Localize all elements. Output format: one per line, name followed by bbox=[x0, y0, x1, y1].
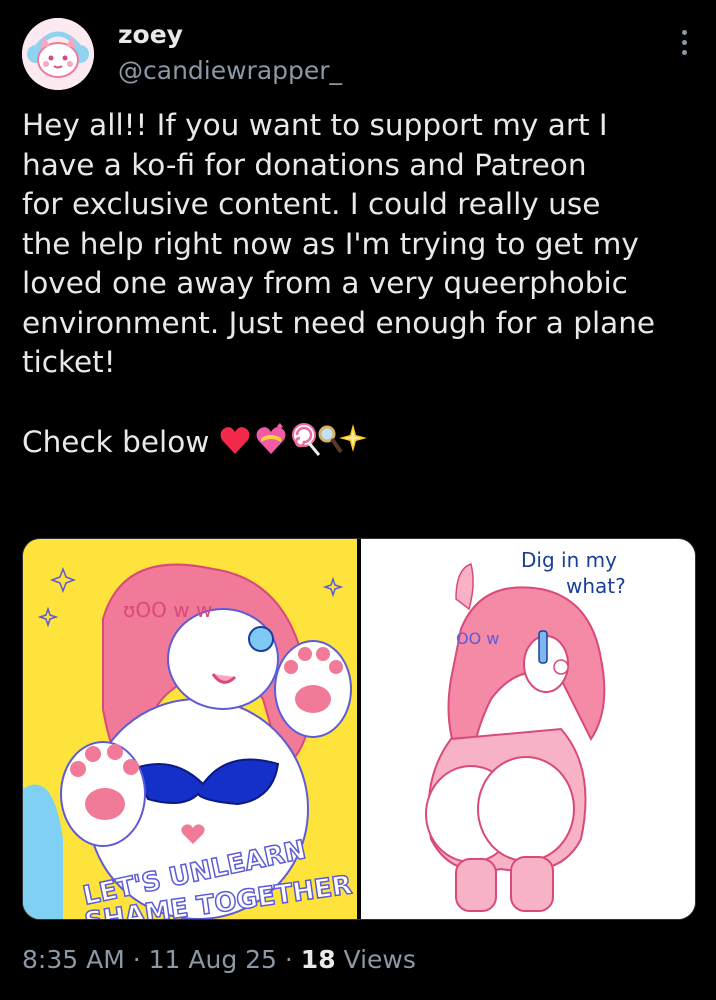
left-artwork: ʊOO w w LET'S UNLEARN SHAME TOGETHER bbox=[23, 539, 357, 919]
media-image-right[interactable]: OO w Dig in my what? bbox=[361, 539, 695, 919]
magnifier-emoji bbox=[318, 425, 343, 454]
author-names: zoey @candiewrapper_ bbox=[118, 20, 342, 88]
more-options-icon[interactable] bbox=[678, 30, 690, 60]
tweet-time[interactable]: 8:35 AM bbox=[22, 945, 125, 974]
media-image-left[interactable]: ʊOO w w LET'S UNLEARN SHAME TOGETHER bbox=[23, 539, 357, 919]
heart-ribbon-emoji bbox=[256, 423, 286, 454]
author-avatar[interactable] bbox=[22, 18, 94, 90]
right-speech-line2: what? bbox=[566, 574, 626, 598]
author-display-name[interactable]: zoey bbox=[118, 20, 342, 50]
views-label[interactable]: Views bbox=[344, 945, 416, 974]
sparkle-emoji bbox=[338, 424, 367, 452]
media-grid: ʊOO w w LET'S UNLEARN SHAME TOGETHER OO … bbox=[22, 538, 696, 920]
right-artwork: OO w Dig in my what? bbox=[361, 539, 695, 919]
meta-separator: · bbox=[276, 945, 301, 974]
right-speech-line1: Dig in my bbox=[521, 548, 617, 572]
check-below-text: Check below bbox=[22, 425, 219, 459]
right-sfx-text: OO w bbox=[456, 629, 499, 648]
emoji-row bbox=[219, 422, 369, 469]
views-count: 18 bbox=[300, 945, 336, 974]
tweet-body: Hey all!! If you want to support my art … bbox=[22, 108, 656, 379]
tweet-text: Hey all!! If you want to support my art … bbox=[22, 106, 702, 469]
tweet-date[interactable]: 11 Aug 25 bbox=[149, 945, 277, 974]
meta-separator: · bbox=[124, 945, 149, 974]
tweet-meta: 8:35 AM · 11 Aug 25 · 18 Views bbox=[22, 944, 416, 976]
heart-emoji bbox=[220, 427, 250, 454]
tweet-header: zoey @candiewrapper_ bbox=[22, 18, 698, 90]
avatar-image bbox=[22, 18, 94, 90]
author-handle[interactable]: @candiewrapper_ bbox=[118, 54, 342, 88]
left-sfx-text: ʊOO w w bbox=[123, 598, 212, 622]
lollipop-emoji bbox=[291, 423, 320, 456]
